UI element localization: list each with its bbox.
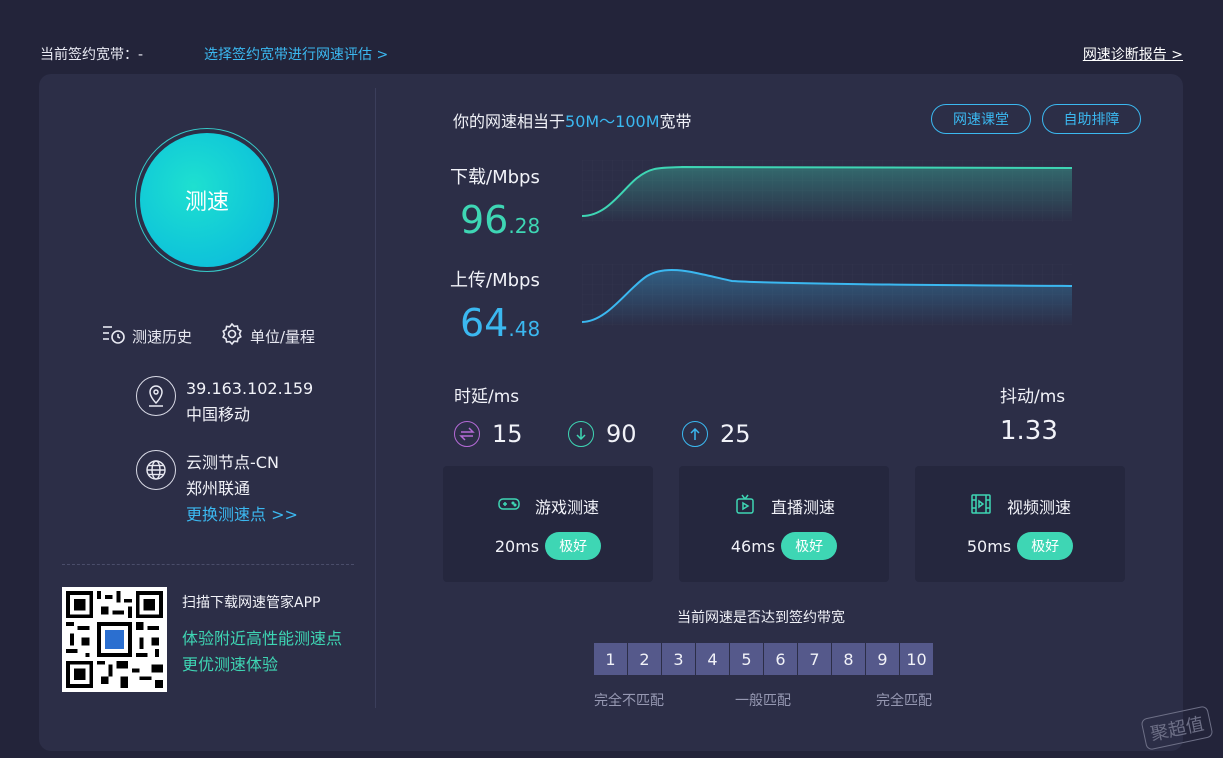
node-info: 云测节点-CN 郑州联通 更换测速点 >> [136, 450, 298, 528]
download-value-dec: .28 [508, 214, 541, 238]
select-bandwidth-link[interactable]: 选择签约宽带进行网速评估 > [204, 44, 388, 64]
gear-icon [220, 322, 244, 350]
history-button[interactable]: 测速历史 [102, 322, 192, 350]
match-scale-cell: 8 [832, 643, 866, 675]
match-scale-cell: 9 [866, 643, 900, 675]
top-bar: 当前签约宽带：- 选择签约宽带进行网速评估 > 网速诊断报告 > [40, 44, 1183, 64]
arrow-up-icon [682, 421, 708, 447]
match-scale: 1 2 3 4 5 6 7 8 9 10 [594, 643, 934, 675]
scan-benefit-line: 体验附近高性能测速点 [182, 629, 343, 648]
unit-range-button[interactable]: 单位/量程 [220, 322, 315, 350]
isp-name: 中国移动 [186, 405, 251, 424]
live-test-title: 直播测速 [770, 498, 835, 517]
live-test-badge: 极好 [781, 532, 838, 560]
video-test-card[interactable]: 视频测速 50ms 极好 [915, 466, 1125, 582]
ip-info: 39.163.102.159 中国移动 [136, 376, 313, 428]
latency-idle: 15 [454, 420, 523, 448]
diagnosis-report-link[interactable]: 网速诊断报告 > [1083, 44, 1183, 64]
live-test-value: 46ms [730, 536, 776, 556]
contract-bandwidth-label: 当前签约宽带：- [40, 47, 144, 63]
latency-upload-value: 25 [720, 420, 751, 448]
tv-icon [733, 492, 757, 520]
match-scale-cell: 2 [628, 643, 662, 675]
swap-icon [454, 421, 480, 447]
live-test-card[interactable]: 直播测速 46ms 极好 [679, 466, 889, 582]
arrow-down-icon [568, 421, 594, 447]
game-test-badge: 极好 [545, 532, 602, 560]
download-value-int: 96 [460, 198, 509, 242]
match-scale-cell: 3 [662, 643, 696, 675]
equivalent-prefix: 你的网速相当于 [453, 112, 566, 131]
match-scale-cell: 6 [764, 643, 798, 675]
game-test-title: 游戏测速 [534, 498, 599, 517]
equivalent-range: 50M〜100M [565, 112, 660, 131]
ip-address: 39.163.102.159 [186, 379, 314, 398]
jitter-value: 1.33 [1000, 416, 1058, 446]
change-node-link[interactable]: 更换测速点 >> [186, 502, 298, 528]
match-scale-cell: 4 [696, 643, 730, 675]
upload-value: 64.48 [460, 303, 540, 349]
latency-title: 时延/ms [454, 387, 520, 407]
latency-download-value: 90 [606, 420, 637, 448]
globe-icon [136, 450, 176, 490]
game-test-value: 20ms [494, 536, 540, 556]
scan-download-title: 扫描下载网速管家APP [182, 595, 321, 611]
scan-benefits: 体验附近高性能测速点 更优测速体验 [182, 626, 342, 678]
match-scale-cell: 10 [900, 643, 934, 675]
match-scale-cell: 7 [798, 643, 832, 675]
gamepad-icon [497, 492, 521, 520]
download-curve-chart [582, 160, 1072, 222]
speed-test-label: 测速 [140, 133, 274, 267]
video-test-title: 视频测速 [1006, 498, 1071, 517]
history-icon [102, 322, 126, 350]
game-test-card[interactable]: 游戏测速 20ms 极好 [443, 466, 653, 582]
node-name: 云测节点-CN [186, 453, 279, 472]
bandwidth-match-title: 当前网速是否达到签约带宽 [677, 610, 845, 626]
equivalent-suffix: 宽带 [659, 112, 692, 131]
match-scale-cell: 5 [730, 643, 764, 675]
node-isp: 郑州联通 [186, 479, 251, 498]
latency-download: 90 [568, 420, 637, 448]
jitter-title: 抖动/ms [1000, 387, 1066, 407]
video-test-badge: 极好 [1017, 532, 1074, 560]
start-speed-test-button[interactable]: 测速 [135, 128, 279, 272]
qr-code-image [66, 591, 163, 688]
scale-label-no-match: 完全不匹配 [594, 693, 664, 709]
app-qr-code [62, 587, 167, 692]
film-icon [969, 492, 993, 520]
scale-label-partial-match: 一般匹配 [735, 693, 791, 709]
self-troubleshoot-button[interactable]: 自助排障 [1042, 104, 1141, 134]
unit-range-label: 单位/量程 [250, 327, 316, 346]
scale-label-full-match: 完全匹配 [876, 693, 932, 709]
upload-curve-chart [582, 264, 1072, 326]
latency-upload: 25 [682, 420, 751, 448]
speed-class-button[interactable]: 网速课堂 [931, 104, 1031, 134]
dashed-divider [62, 564, 354, 565]
upload-label: 上传/Mbps [450, 270, 540, 291]
download-label: 下载/Mbps [450, 167, 540, 188]
download-curve-fill [582, 167, 1072, 222]
upload-value-int: 64 [460, 301, 509, 345]
speed-equivalent-text: 你的网速相当于50M〜100M宽带 [453, 108, 692, 132]
scan-benefit-line: 更优测速体验 [182, 655, 279, 674]
column-divider [375, 88, 376, 708]
match-scale-cell: 1 [594, 643, 628, 675]
location-pin-icon [136, 376, 176, 416]
latency-idle-value: 15 [492, 420, 523, 448]
upload-value-dec: .48 [508, 317, 541, 341]
download-value: 96.28 [460, 200, 540, 246]
video-test-value: 50ms [966, 536, 1012, 556]
history-label: 测速历史 [132, 327, 193, 346]
